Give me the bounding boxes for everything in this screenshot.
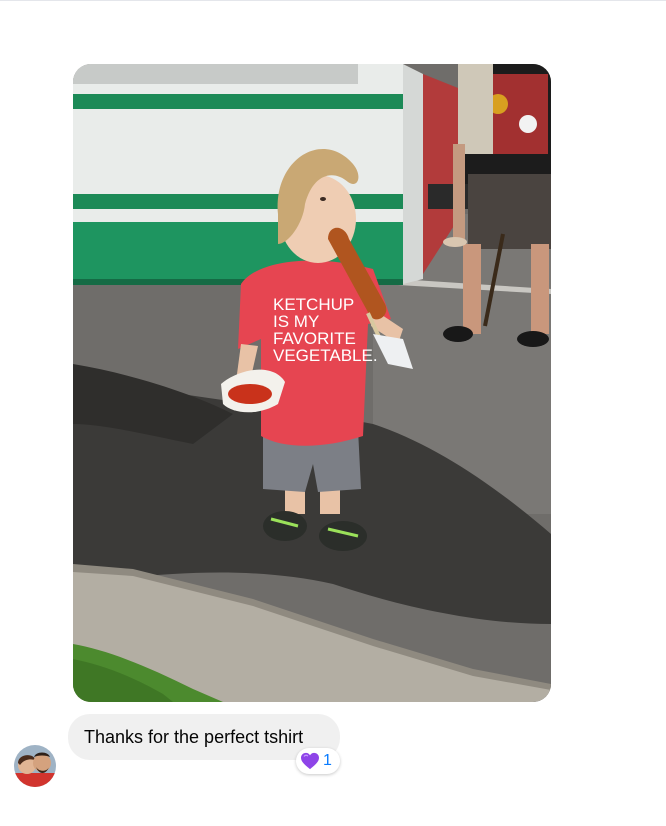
photo-attachment[interactable]: KETCHUP IS MY FAVORITE VEGETABLE. <box>73 64 551 702</box>
reaction-pill[interactable]: 1 <box>296 748 340 774</box>
shirt-line-4: VEGETABLE. <box>273 346 378 365</box>
purple-heart-icon <box>301 752 319 770</box>
photo-illustration: KETCHUP IS MY FAVORITE VEGETABLE. <box>73 64 551 702</box>
top-divider <box>0 0 666 1</box>
avatar-image <box>14 745 56 787</box>
message-text: Thanks for the perfect tshirt <box>84 726 304 747</box>
reaction-count: 1 <box>323 752 332 769</box>
avatar[interactable] <box>14 745 56 787</box>
